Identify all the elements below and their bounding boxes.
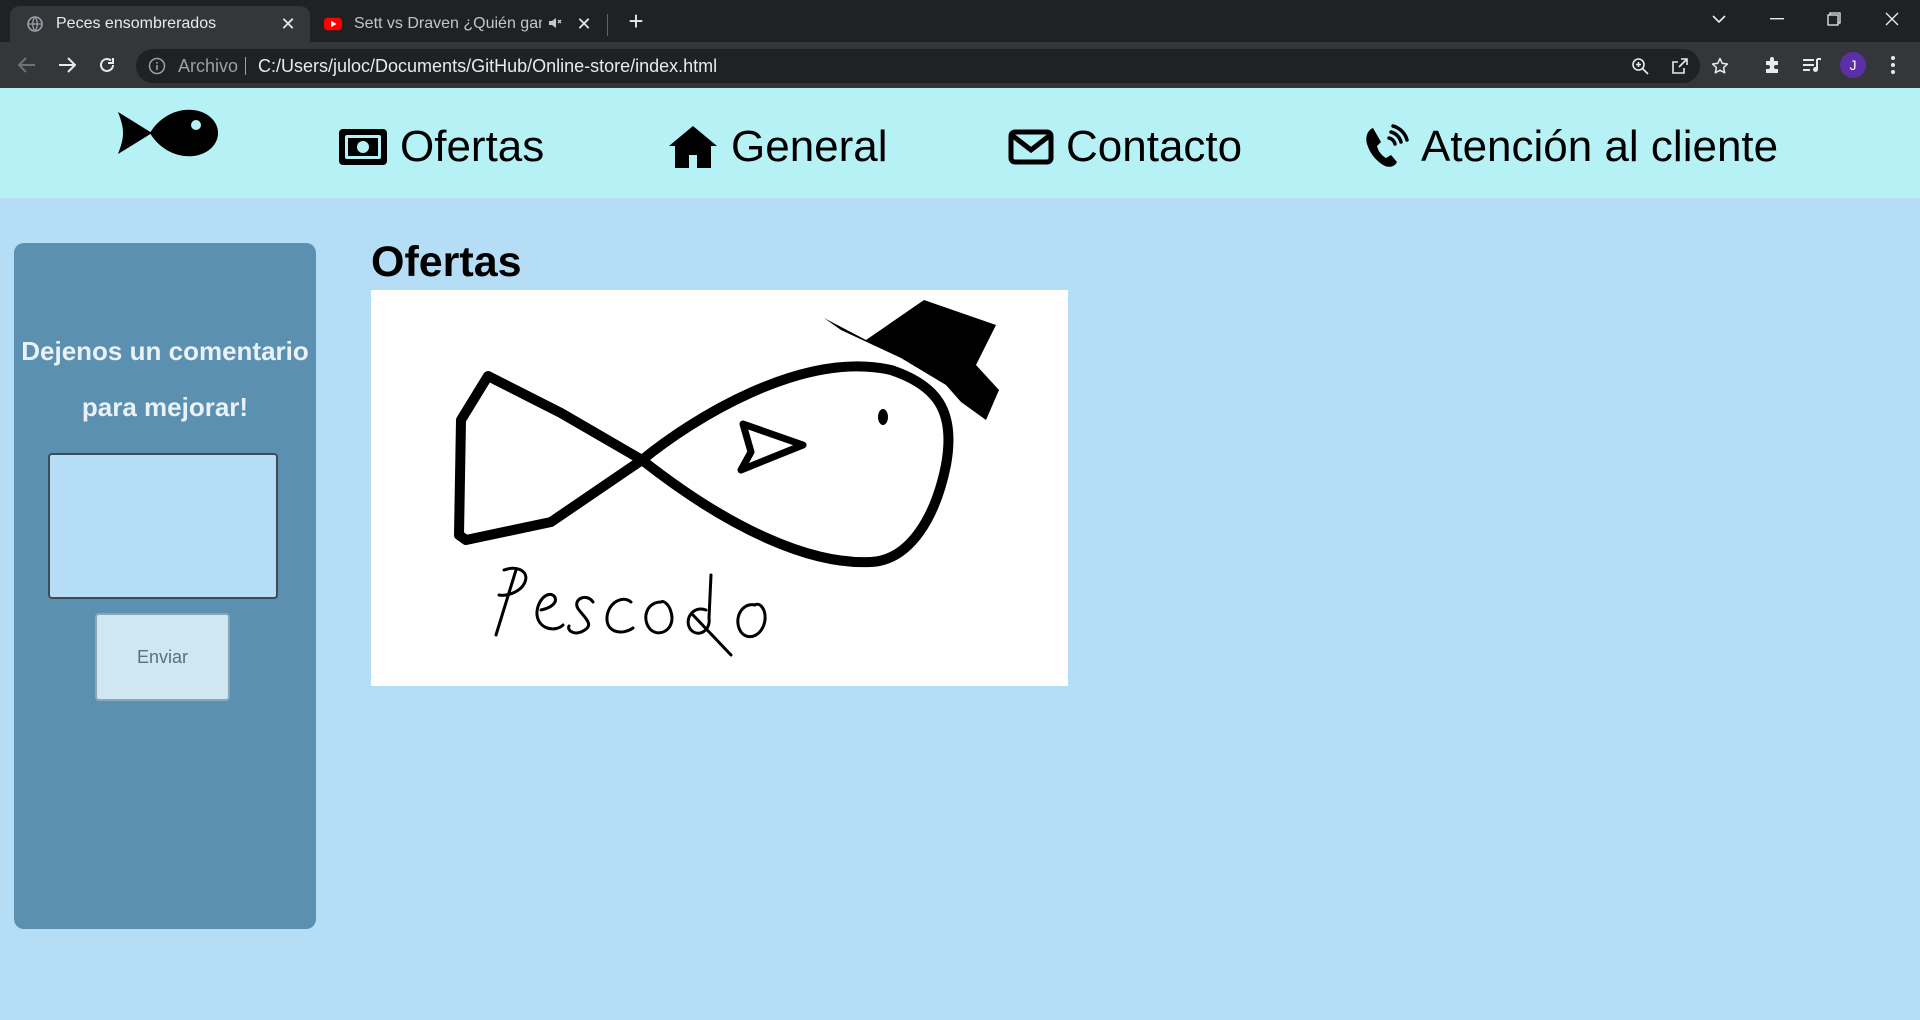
phone-volume-icon xyxy=(1366,124,1409,167)
nav-ofertas[interactable]: Ofertas xyxy=(338,122,544,172)
tab-title: Sett vs Draven ¿Quién ganar xyxy=(354,15,542,32)
minimize-icon[interactable] xyxy=(1749,0,1805,38)
close-tab-icon[interactable]: ✕ xyxy=(278,14,298,34)
restore-icon[interactable] xyxy=(1806,0,1862,38)
globe-icon xyxy=(26,15,44,33)
comment-prompt: Dejenos un comentario para mejorar! xyxy=(14,323,316,435)
url-text[interactable]: C:/Users/juloc/Documents/GitHub/Online-s… xyxy=(258,56,717,77)
page-title: Ofertas xyxy=(371,238,522,286)
zoom-icon[interactable] xyxy=(1628,54,1652,78)
tab-divider xyxy=(607,14,608,36)
profile-avatar[interactable]: J xyxy=(1840,52,1866,78)
address-divider xyxy=(245,57,246,75)
close-tab-icon[interactable]: ✕ xyxy=(574,14,594,34)
extensions-puzzle-icon[interactable] xyxy=(1756,49,1788,81)
tab-title: Peces ensombrerados xyxy=(56,15,217,32)
nav-general[interactable]: General xyxy=(667,122,888,172)
share-icon[interactable] xyxy=(1668,54,1692,78)
comment-prompt-line2: para mejorar! xyxy=(81,392,249,422)
send-button[interactable]: Enviar xyxy=(95,613,230,701)
browser-toolbar: Archivo C:/Users/juloc/Documents/GitHub/… xyxy=(0,42,1920,88)
youtube-icon xyxy=(324,15,342,33)
comment-sidebar: Dejenos un comentario para mejorar! Envi… xyxy=(14,243,316,929)
new-tab-button[interactable]: + xyxy=(622,8,650,36)
browser-tab-strip: Peces ensombrerados ✕ Sett vs Draven ¿Qu… xyxy=(0,0,1920,42)
nav-label: Atención al cliente xyxy=(1421,122,1779,171)
nav-atencion-al-cliente[interactable]: Atención al cliente xyxy=(1363,122,1778,172)
fish-logo-icon[interactable] xyxy=(116,102,218,169)
nav-contacto[interactable]: Contacto xyxy=(1008,122,1242,172)
money-bill-icon xyxy=(339,129,387,165)
close-window-icon[interactable] xyxy=(1864,0,1920,38)
forward-icon[interactable] xyxy=(51,49,83,81)
tab-search-icon[interactable] xyxy=(1691,0,1747,38)
home-icon xyxy=(669,126,717,168)
tab-sett-vs-draven[interactable]: Sett vs Draven ¿Quién ganar ✕ xyxy=(316,6,606,42)
speaker-icon[interactable] xyxy=(548,17,566,32)
back-icon[interactable] xyxy=(11,49,43,81)
tab-peces-ensombrerados[interactable]: Peces ensombrerados ✕ xyxy=(10,6,310,42)
comment-prompt-line1: Dejenos un comentario xyxy=(21,336,309,366)
media-queue-icon[interactable] xyxy=(1796,49,1828,81)
nav-label: Contacto xyxy=(1066,122,1243,171)
file-scheme-chip: Archivo xyxy=(178,56,239,76)
bookmark-star-icon[interactable] xyxy=(1708,54,1732,78)
comment-textarea[interactable] xyxy=(48,453,278,599)
more-menu-icon[interactable] xyxy=(1877,49,1909,81)
fish-drawing-image xyxy=(371,290,1068,686)
nav-label: Ofertas xyxy=(400,122,545,171)
info-icon[interactable] xyxy=(148,57,166,80)
site-header: Ofertas General Contacto Atención al cli… xyxy=(0,88,1920,198)
envelope-icon xyxy=(1008,129,1054,165)
nav-label: General xyxy=(731,122,888,171)
reload-icon[interactable] xyxy=(91,49,123,81)
address-bar[interactable]: Archivo C:/Users/juloc/Documents/GitHub/… xyxy=(136,49,1729,83)
